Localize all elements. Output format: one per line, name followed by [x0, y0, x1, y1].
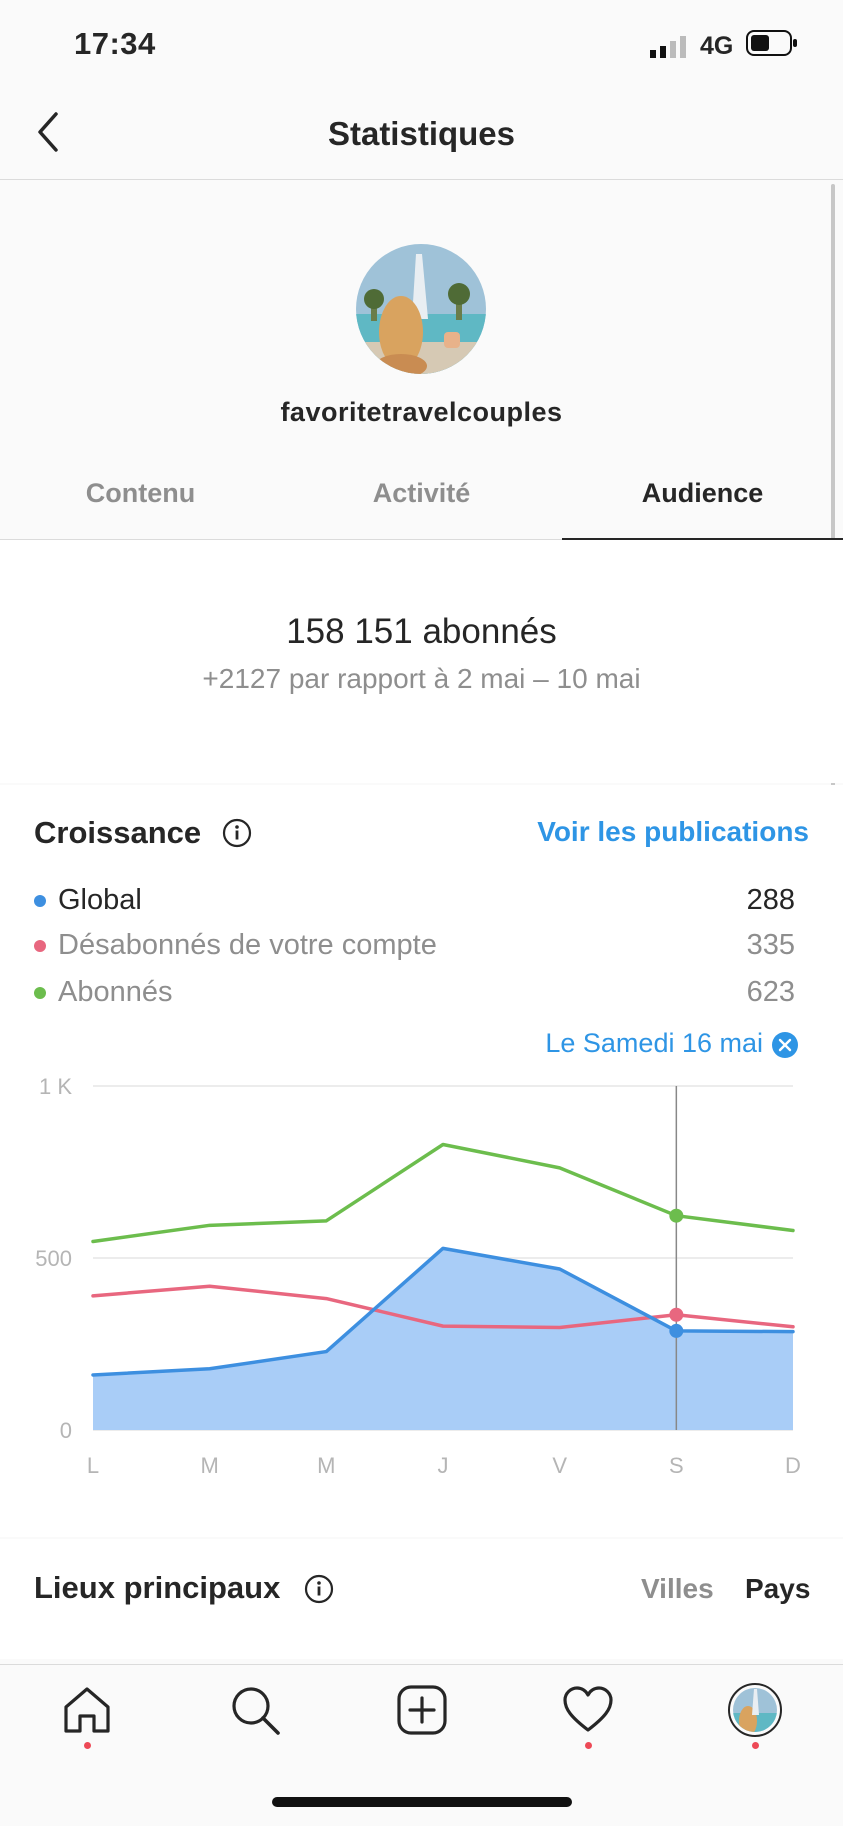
- clear-selection-icon[interactable]: [770, 1030, 800, 1060]
- y-tick-label: 0: [60, 1418, 72, 1443]
- profile-notification-dot: [752, 1742, 759, 1749]
- legend-global-value: 288: [746, 884, 795, 916]
- legend-followers-label: Abonnés: [58, 976, 173, 1008]
- home-icon[interactable]: [60, 1683, 114, 1737]
- series-line: [91, 1142, 795, 1244]
- info-icon[interactable]: [304, 1574, 334, 1604]
- battery-icon: [746, 30, 797, 56]
- heart-icon[interactable]: [561, 1683, 615, 1737]
- growth-title: Croissance: [34, 815, 202, 850]
- places-title: Lieux principaux: [34, 1570, 281, 1605]
- x-tick-label: M: [317, 1453, 335, 1478]
- x-tick-label: S: [669, 1453, 684, 1478]
- legend-global-label: Global: [58, 884, 142, 916]
- followers-delta: +2127 par rapport à 2 mai – 10 mai: [202, 663, 641, 694]
- x-tick-label: M: [201, 1453, 219, 1478]
- tab-cities[interactable]: Villes: [641, 1573, 714, 1605]
- selected-point: [669, 1208, 684, 1223]
- y-tick-label: 1 K: [39, 1074, 72, 1099]
- home-notification-dot: [84, 1742, 91, 1749]
- header-divider: [0, 179, 843, 180]
- activity-notification-dot: [585, 1742, 592, 1749]
- network-type: 4G: [700, 32, 734, 60]
- selected-point: [669, 1323, 684, 1338]
- tab-countries[interactable]: Pays: [745, 1573, 810, 1605]
- x-tick-label: D: [785, 1453, 801, 1478]
- tab-content[interactable]: Contenu: [0, 478, 281, 509]
- profile-avatar[interactable]: [728, 1683, 782, 1737]
- search-icon[interactable]: [228, 1683, 282, 1737]
- followers-count: 158 151 abonnés: [286, 612, 557, 651]
- see-posts-link[interactable]: Voir les publications: [537, 816, 809, 848]
- profile-avatar: [356, 244, 486, 374]
- x-tick-label: J: [438, 1453, 449, 1478]
- audience-summary-panel: [0, 540, 843, 783]
- legend-followers-dot: [34, 987, 46, 999]
- global-area: [93, 1248, 793, 1430]
- signal-icon: [650, 36, 686, 58]
- legend-unfollowers-value: 335: [746, 929, 795, 961]
- y-tick-label: 500: [35, 1246, 72, 1271]
- legend-unfollowers-dot: [34, 940, 46, 952]
- selected-point: [669, 1307, 684, 1322]
- home-indicator: [272, 1797, 572, 1807]
- legend-global-dot: [34, 895, 46, 907]
- legend-followers-value: 623: [746, 976, 795, 1008]
- tab-audience[interactable]: Audience: [562, 478, 843, 509]
- growth-chart[interactable]: 0 500 1 K L M M J V S D: [0, 1060, 843, 1480]
- add-post-icon[interactable]: [395, 1683, 449, 1737]
- legend-unfollowers-label: Désabonnés de votre compte: [58, 929, 437, 961]
- tab-activity[interactable]: Activité: [281, 478, 562, 509]
- x-tick-label: L: [87, 1453, 99, 1478]
- selected-date-label: Le Samedi 16 mai: [545, 1028, 763, 1058]
- info-icon[interactable]: [222, 818, 252, 848]
- page-title: Statistiques: [327, 115, 516, 152]
- status-time: 17:34: [74, 26, 156, 61]
- profile-username: favoritetravelcouples: [280, 397, 563, 427]
- x-tick-label: V: [552, 1453, 567, 1478]
